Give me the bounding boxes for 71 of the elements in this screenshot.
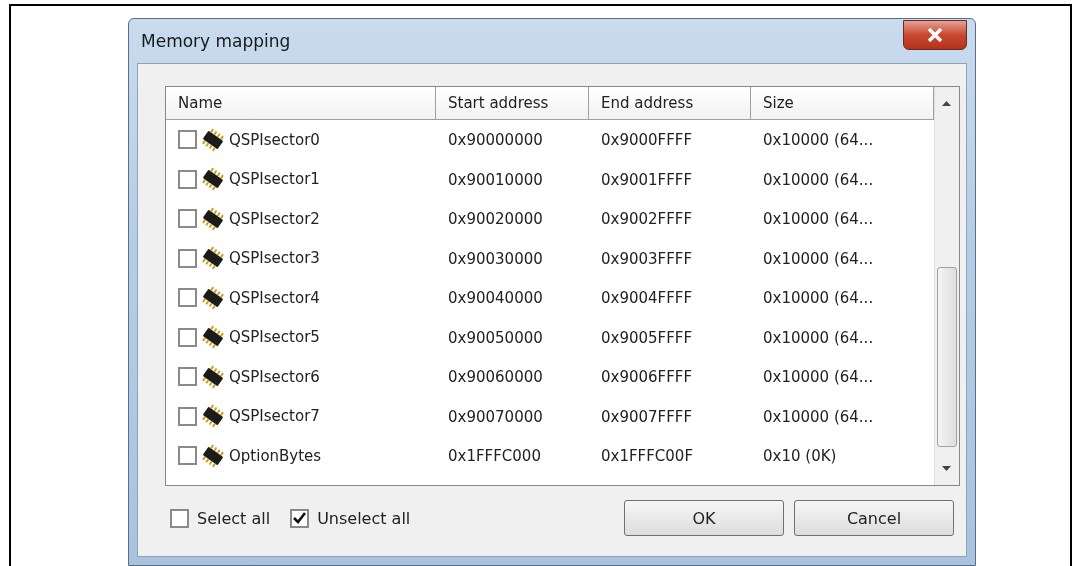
checkbox-label: Unselect all <box>317 508 411 528</box>
scroll-up-icon <box>942 101 951 106</box>
checkbox-label: Select all <box>197 508 271 528</box>
chip-icon <box>200 206 226 231</box>
table-cell: 0x90020000 <box>448 210 543 229</box>
table-cell: QSPIsector1 <box>229 170 320 189</box>
chip-icon <box>200 285 226 310</box>
table-cell: 0x9001FFFF <box>601 170 693 189</box>
table-cell: 0x10000 (64... <box>763 407 874 426</box>
window-title: Memory mapping <box>141 31 291 51</box>
table-cell: 0x1FFFC00F <box>601 447 694 466</box>
row-checkbox[interactable] <box>178 169 197 189</box>
close-button[interactable] <box>903 20 967 50</box>
table-cell: 0x90010000 <box>448 170 543 189</box>
row-checkbox[interactable] <box>178 248 197 268</box>
checkbox[interactable] <box>170 508 189 528</box>
row-checkbox[interactable] <box>178 130 197 150</box>
ok-button[interactable]: OK <box>624 500 784 536</box>
scroll-thumb[interactable] <box>937 267 957 447</box>
chip-icon <box>200 246 226 271</box>
column-header[interactable]: Start address <box>436 87 589 120</box>
table-cell: 0x10000 (64... <box>763 289 874 308</box>
row-checkbox[interactable] <box>178 367 197 387</box>
table-cell: QSPIsector4 <box>229 288 320 307</box>
table-cell: 0x90050000 <box>448 328 543 347</box>
scroll-down-icon <box>942 466 951 471</box>
table-cell: 0x10000 (64... <box>763 328 874 347</box>
chip-icon <box>200 127 226 152</box>
row-checkbox[interactable] <box>178 327 197 347</box>
chip-icon <box>200 364 226 389</box>
table-cell: 0x9000FFFF <box>601 131 693 150</box>
table-cell: 0x9004FFFF <box>601 289 693 308</box>
table-cell: QSPIsector0 <box>229 130 320 149</box>
table-cell: 0x10000 (64... <box>763 131 874 150</box>
table-cell: 0x9002FFFF <box>601 210 693 229</box>
table-cell: QSPIsector6 <box>229 367 320 386</box>
table-cell: 0x9007FFFF <box>601 407 693 426</box>
row-checkbox[interactable] <box>178 209 197 229</box>
chip-icon <box>200 443 226 468</box>
table-cell: 0x9003FFFF <box>601 249 693 268</box>
cancel-button[interactable]: Cancel <box>794 500 954 536</box>
row-checkbox[interactable] <box>178 446 197 466</box>
row-checkbox[interactable] <box>178 288 197 308</box>
close-icon <box>927 28 943 42</box>
column-header[interactable]: Size <box>751 87 934 120</box>
table-cell: 0x90070000 <box>448 407 543 426</box>
table-cell: QSPIsector3 <box>229 249 320 268</box>
row-checkbox[interactable] <box>178 406 197 426</box>
table-cell: 0x90030000 <box>448 249 543 268</box>
table-cell: 0x10000 (64... <box>763 249 874 268</box>
chip-icon <box>200 404 226 429</box>
table-cell: 0x90040000 <box>448 289 543 308</box>
column-header[interactable]: Name <box>166 87 436 120</box>
table-cell: QSPIsector7 <box>229 407 320 426</box>
table-cell: 0x90000000 <box>448 131 543 150</box>
column-header[interactable]: End address <box>589 87 751 120</box>
table-cell: OptionBytes <box>229 446 322 465</box>
table-cell: 0x10000 (64... <box>763 170 874 189</box>
table-cell: QSPIsector5 <box>229 328 320 347</box>
table-cell: 0x1FFFC000 <box>448 447 541 466</box>
table-cell: 0x9006FFFF <box>601 368 693 387</box>
table-cell: 0x10 (0K) <box>763 447 837 466</box>
table-cell: 0x10000 (64... <box>763 210 874 229</box>
chip-icon <box>200 325 226 350</box>
checkbox[interactable] <box>290 508 310 528</box>
table-cell: 0x9005FFFF <box>601 328 693 347</box>
scrollbar[interactable] <box>934 87 959 485</box>
table-cell: 0x90060000 <box>448 368 543 387</box>
table-cell: QSPIsector2 <box>229 209 320 228</box>
chip-icon <box>200 167 226 192</box>
table-cell: 0x10000 (64... <box>763 368 874 387</box>
